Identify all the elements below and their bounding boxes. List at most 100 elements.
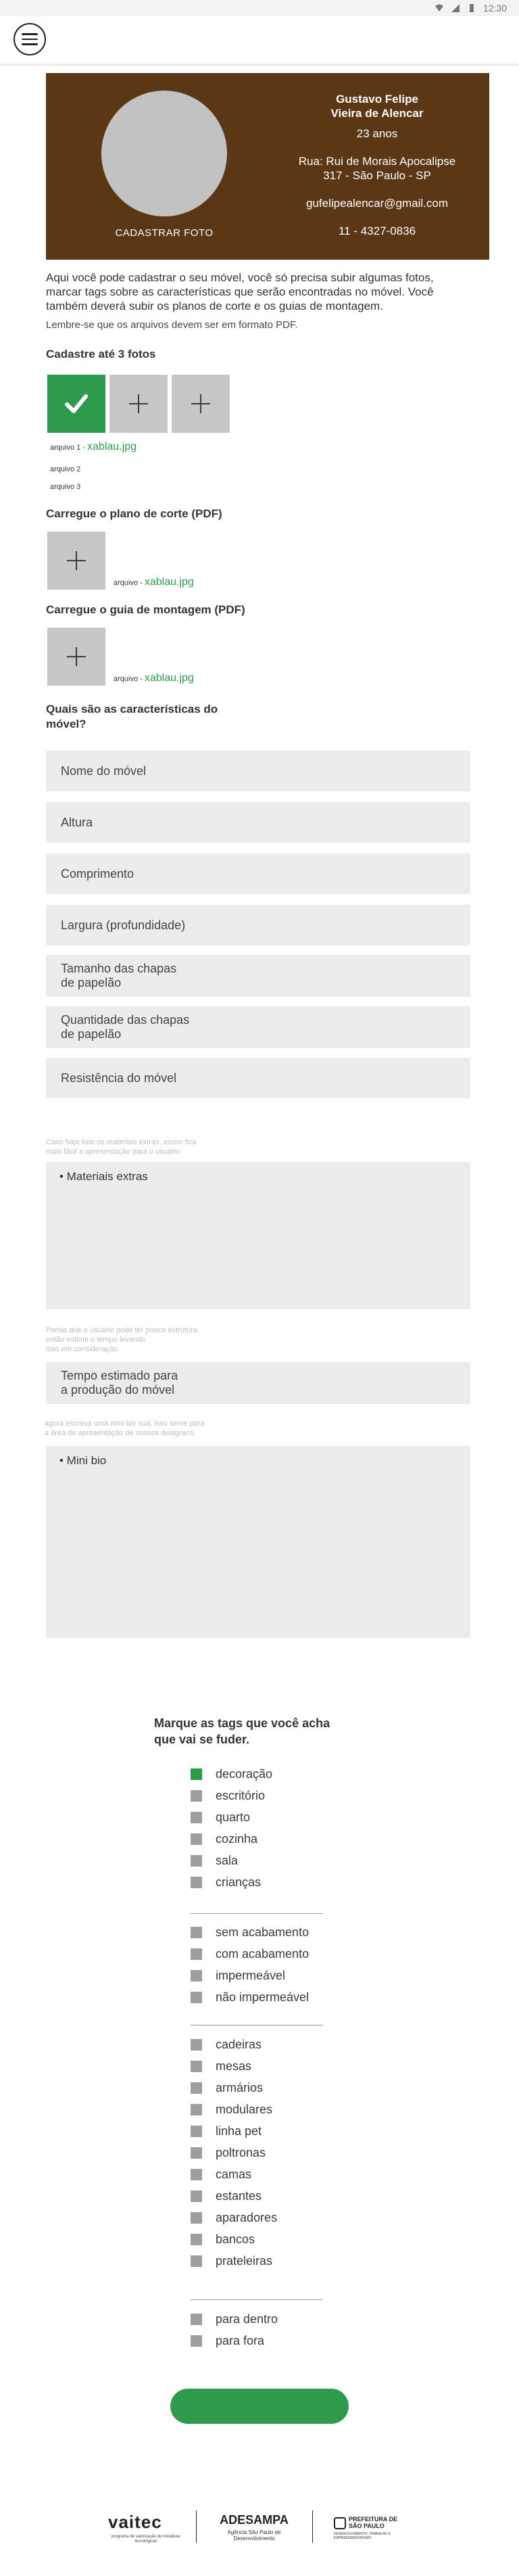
assembly-guide-upload[interactable] bbox=[47, 628, 105, 686]
file-name-link[interactable]: xablau.jpg bbox=[145, 672, 194, 684]
checkbox-icon[interactable] bbox=[191, 1926, 202, 1938]
tag-checkbox[interactable]: linha pet bbox=[191, 2124, 262, 2138]
tag-checkbox[interactable]: modulares bbox=[191, 2102, 272, 2117]
tag-checkbox[interactable]: aparadores bbox=[191, 2210, 277, 2225]
file-name-link[interactable]: xablau.jpg bbox=[87, 441, 137, 452]
tag-checkbox[interactable]: cadeiras bbox=[191, 2037, 262, 2052]
tag-label: camas bbox=[216, 2167, 252, 2181]
field-label: a produção do móvel bbox=[61, 1383, 175, 1397]
field-furniture-name[interactable]: Nome do móvel bbox=[46, 751, 470, 791]
adesampa-logo: ADESAMPA bbox=[220, 2513, 289, 2527]
checkbox-icon[interactable] bbox=[191, 2255, 202, 2267]
tag-label: impermeável bbox=[216, 1968, 286, 1982]
checkbox-icon[interactable] bbox=[191, 2103, 202, 2115]
assembly-guide-file: arquivo - xablau.jpg bbox=[114, 672, 194, 684]
file-label: arquivo - bbox=[114, 579, 143, 587]
field-label: Largura (profundidade) bbox=[61, 918, 186, 932]
vaitec-logo: vaitec bbox=[108, 2512, 162, 2532]
tag-label: quarto bbox=[216, 1810, 251, 1824]
field-label: Resistência do móvel bbox=[61, 1071, 177, 1085]
tag-checkbox[interactable]: estantes bbox=[191, 2188, 262, 2203]
tag-checkbox[interactable]: prateleiras bbox=[191, 2253, 272, 2268]
hint-line: a área de apresentação de nossos designe… bbox=[45, 1429, 196, 1437]
bio-textarea[interactable]: • Mini bio bbox=[46, 1446, 470, 1638]
tag-label: mesas bbox=[216, 2059, 252, 2073]
tag-checkbox[interactable]: para fora bbox=[191, 2333, 264, 2348]
tag-checkbox[interactable]: cozinha bbox=[191, 1831, 257, 1846]
extras-textarea[interactable]: • Materiais extras bbox=[46, 1162, 470, 1309]
prefeitura-line: SÃO PAULO bbox=[349, 2523, 385, 2529]
field-resistance[interactable]: Resistência do móvel bbox=[46, 1058, 470, 1098]
hint-line: então estime o tempo levando bbox=[46, 1336, 146, 1344]
prefeitura-subtitle: DESENVOLVIMENTO, TRABALHO E EMPREENDEDOR… bbox=[334, 2532, 391, 2540]
tag-checkbox[interactable]: armários bbox=[191, 2080, 263, 2095]
checkbox-icon[interactable] bbox=[191, 2082, 202, 2094]
tag-checkbox[interactable]: quarto bbox=[191, 1810, 250, 1825]
checkbox-icon[interactable] bbox=[191, 2313, 202, 2325]
file-name-link[interactable]: xablau.jpg bbox=[145, 576, 194, 588]
tag-checkbox[interactable]: bancos bbox=[191, 2232, 255, 2247]
field-height[interactable]: Altura bbox=[46, 802, 470, 843]
subtitle-line: Agência São Paulo de bbox=[227, 2529, 281, 2535]
profile-photo-upload[interactable] bbox=[101, 91, 227, 216]
checkbox-checked-icon[interactable] bbox=[191, 1768, 202, 1780]
checkbox-icon[interactable] bbox=[191, 1854, 202, 1867]
title-line: Quais são as características do bbox=[46, 703, 218, 716]
checkbox-icon[interactable] bbox=[191, 1876, 202, 1888]
subtitle-line: Desenvolvimento bbox=[233, 2535, 275, 2542]
photo-slot-1[interactable] bbox=[47, 375, 105, 433]
submit-button[interactable] bbox=[170, 2389, 349, 2424]
field-label: Comprimento bbox=[61, 866, 134, 881]
time-hint: Pense que o usuário pode ter pouca estru… bbox=[46, 1326, 249, 1354]
checkbox-icon[interactable] bbox=[191, 1948, 202, 1960]
checkbox-icon[interactable] bbox=[191, 2335, 202, 2347]
assembly-guide-title: Carregue o guia de montagem (PDF) bbox=[46, 603, 245, 616]
tag-checkbox[interactable]: sala bbox=[191, 1853, 238, 1868]
register-photo-label[interactable]: CADASTRAR FOTO bbox=[46, 227, 282, 239]
tag-checkbox[interactable]: crianças bbox=[191, 1875, 261, 1890]
checkbox-icon[interactable] bbox=[191, 2060, 202, 2072]
field-length[interactable]: Comprimento bbox=[46, 853, 470, 894]
checkbox-icon[interactable] bbox=[191, 1969, 202, 1982]
field-width[interactable]: Largura (profundidade) bbox=[46, 905, 470, 945]
checkbox-icon[interactable] bbox=[191, 2211, 202, 2224]
prefeitura-line: PREFEITURA DE bbox=[349, 2516, 398, 2523]
field-sheet-quantity[interactable]: Quantidade das chapas de papelão bbox=[46, 1006, 470, 1048]
checkbox-icon[interactable] bbox=[191, 2147, 202, 2159]
top-app-bar bbox=[0, 16, 519, 64]
checkbox-icon[interactable] bbox=[191, 1833, 202, 1845]
status-bar: 12:30 bbox=[0, 0, 519, 16]
tag-checkbox[interactable]: camas bbox=[191, 2167, 251, 2182]
photo-slot-2[interactable] bbox=[109, 375, 168, 433]
tag-checkbox[interactable]: escritório bbox=[191, 1788, 265, 1803]
checkbox-icon[interactable] bbox=[191, 2038, 202, 2051]
hamburger-menu-icon[interactable] bbox=[14, 23, 46, 55]
checkbox-icon[interactable] bbox=[191, 1811, 202, 1823]
tag-label: cadeiras bbox=[216, 2037, 262, 2051]
city-crest-icon bbox=[334, 2517, 346, 2529]
checkbox-icon[interactable] bbox=[191, 1789, 202, 1802]
field-sheet-size[interactable]: Tamanho das chapas de papelão bbox=[46, 955, 470, 997]
tag-checkbox[interactable]: não impermeável bbox=[191, 1990, 309, 2005]
tag-checkbox[interactable]: impermeável bbox=[191, 1968, 285, 1983]
cut-plan-upload[interactable] bbox=[47, 532, 105, 590]
photo-slot-3[interactable] bbox=[172, 375, 230, 433]
tag-checkbox[interactable]: sem acabamento bbox=[191, 1925, 309, 1940]
checkbox-icon[interactable] bbox=[191, 2233, 202, 2245]
checkbox-icon[interactable] bbox=[191, 2190, 202, 2202]
hint-line: Pense que o usuário pode ter pouca estru… bbox=[46, 1326, 197, 1334]
checkbox-icon[interactable] bbox=[191, 2168, 202, 2180]
field-estimated-time[interactable]: Tempo estimado para a produção do móvel bbox=[46, 1362, 470, 1404]
photos-section-title: Cadastre até 3 fotos bbox=[46, 348, 156, 360]
prefeitura-logo: PREFEITURA DE SÃO PAULO bbox=[349, 2516, 411, 2529]
tag-label: escritório bbox=[216, 1788, 266, 1802]
tag-checkbox[interactable]: mesas bbox=[191, 2059, 251, 2074]
checkbox-icon[interactable] bbox=[191, 1991, 202, 2003]
tag-label: não impermeável bbox=[216, 1990, 310, 2004]
checkbox-icon[interactable] bbox=[191, 2125, 202, 2137]
tag-checkbox[interactable]: decoração bbox=[191, 1766, 272, 1781]
tag-checkbox[interactable]: poltronas bbox=[191, 2145, 266, 2160]
field-label: de papelão bbox=[61, 976, 122, 989]
tag-checkbox[interactable]: com acabamento bbox=[191, 1946, 309, 1961]
tag-checkbox[interactable]: para dentro bbox=[191, 2312, 278, 2326]
